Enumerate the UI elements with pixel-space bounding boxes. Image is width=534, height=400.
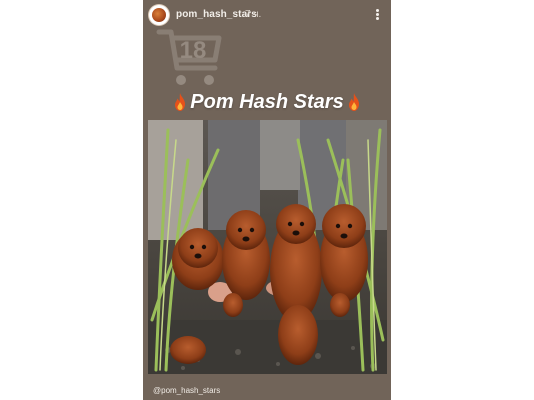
avatar[interactable] — [149, 5, 169, 25]
puppies-photo — [148, 120, 387, 374]
story-title-text: Pom Hash Stars — [190, 90, 344, 113]
story-viewer: pom_hash_stars 7 ч. 18 Pom Hash Stars @p… — [143, 0, 391, 400]
timestamp: 7 ч. — [245, 9, 262, 20]
story-caption[interactable]: @pom_hash_stars — [153, 386, 220, 395]
avatar-icon — [152, 8, 166, 22]
story-title: Pom Hash Stars — [143, 86, 391, 118]
fire-icon — [348, 93, 359, 111]
fire-icon — [175, 93, 186, 111]
svg-text:18: 18 — [180, 37, 207, 64]
watermark-logo-icon: 18 — [156, 29, 222, 85]
more-vertical-icon[interactable] — [373, 8, 381, 22]
